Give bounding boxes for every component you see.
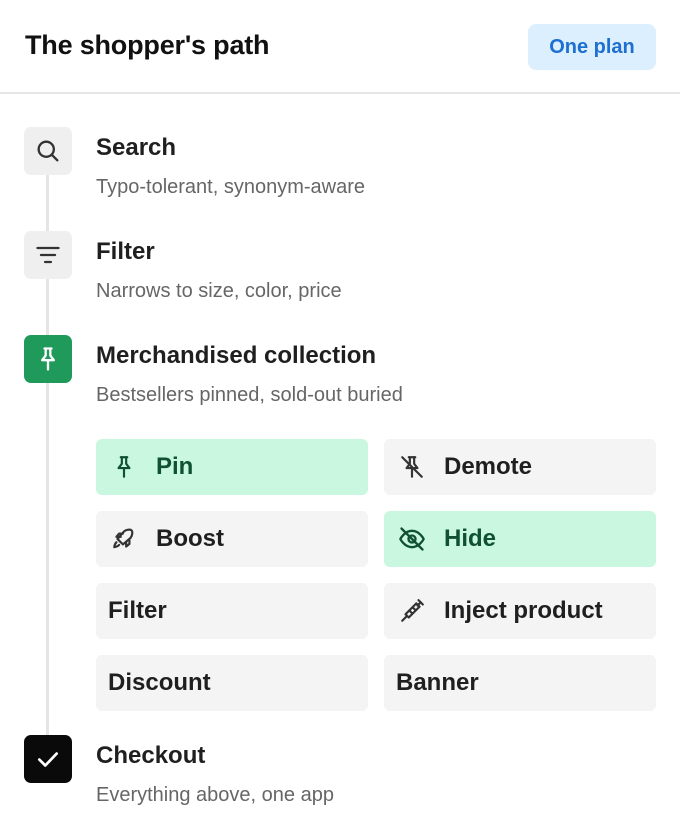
step-subtitle-search: Typo-tolerant, synonym-aware (96, 176, 366, 198)
action-pin-button[interactable]: Pin (96, 439, 368, 495)
step-title-merchandised-collection: Merchandised collection (96, 342, 377, 369)
step-title-search: Search (96, 134, 177, 161)
action-label: Demote (444, 453, 533, 480)
action-hide-button[interactable]: Hide (384, 511, 656, 567)
eye-off-icon (396, 523, 428, 555)
action-filter-button[interactable]: Filter (96, 583, 368, 639)
step-subtitle-checkout: Everything above, one app (96, 784, 334, 806)
action-label: Pin (156, 453, 194, 480)
action-label: Banner (396, 669, 479, 696)
plan-badge[interactable]: One plan (528, 24, 656, 70)
action-label: Inject product (444, 597, 603, 624)
rocket-icon (108, 523, 140, 555)
action-label: Hide (444, 525, 497, 552)
step-subtitle-merchandised-collection: Bestsellers pinned, sold-out buried (96, 384, 403, 406)
step-subtitle-filter: Narrows to size, color, price (96, 280, 342, 302)
search-icon (24, 127, 72, 175)
syringe-icon (396, 595, 428, 627)
action-discount-button[interactable]: Discount (96, 655, 368, 711)
action-label: Boost (156, 525, 224, 552)
page-title: The shopper's path (25, 30, 270, 60)
action-label: Discount (108, 669, 211, 696)
action-demote-button[interactable]: Demote (384, 439, 656, 495)
pin-off-icon (396, 451, 428, 483)
pin-icon (108, 451, 140, 483)
check-icon (24, 735, 72, 783)
action-label: Filter (108, 597, 167, 624)
action-boost-button[interactable]: Boost (96, 511, 368, 567)
step-title-checkout: Checkout (96, 742, 206, 769)
pin-icon (24, 335, 72, 383)
action-inject-product-button[interactable]: Inject product (384, 583, 656, 639)
action-banner-button[interactable]: Banner (384, 655, 656, 711)
filter-icon (24, 231, 72, 279)
header: The shopper's path One plan (0, 0, 680, 94)
step-title-filter: Filter (96, 238, 155, 265)
